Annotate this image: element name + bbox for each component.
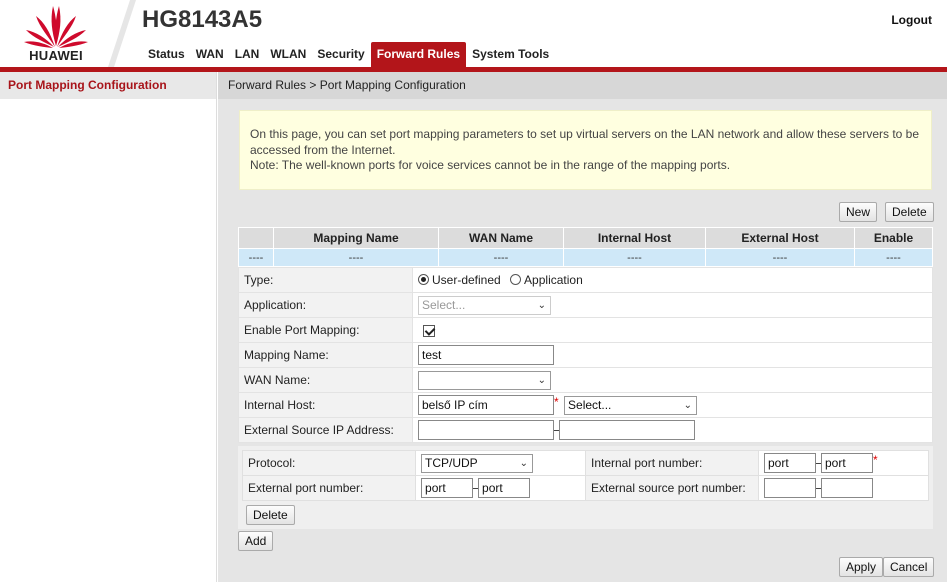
type-label: Type: (238, 267, 413, 293)
apply-button[interactable]: Apply (839, 557, 884, 577)
nav-status[interactable]: Status (143, 42, 190, 67)
external-source-port-end-input[interactable] (821, 478, 873, 498)
enable-label: Enable Port Mapping: (238, 317, 413, 343)
main-content: Forward Rules > Port Mapping Configurati… (218, 72, 947, 582)
mapping-name-row: Mapping Name: test (238, 342, 933, 368)
sidebar-item-port-mapping[interactable]: Port Mapping Configuration (0, 72, 216, 99)
type-user-defined-label: User-defined (432, 273, 501, 287)
internal-host-select-value: Select... (568, 397, 612, 412)
external-source-port-start-input[interactable] (764, 478, 816, 498)
huawei-petals-icon (24, 6, 88, 48)
application-row: Application: Select... ⌄ (238, 292, 933, 318)
external-source-ip-row: External Source IP Address: (238, 417, 933, 443)
table-cell: ---- (438, 248, 564, 267)
application-select-value: Select... (422, 297, 466, 312)
internal-port-label: Internal port number: (584, 450, 760, 476)
main-nav: Status WAN LAN WLAN Security Forward Rul… (143, 42, 555, 67)
note-description: On this page, you can set port mapping p… (250, 127, 920, 157)
internal-host-input[interactable]: belső IP cím (418, 395, 554, 415)
type-options: User-defined Application (412, 267, 933, 293)
mapping-name-input[interactable]: test (418, 345, 554, 365)
internal-port-start-input[interactable]: port (764, 453, 816, 473)
table-cell: ---- (854, 248, 933, 267)
new-button[interactable]: New (839, 202, 878, 222)
table-cell: ---- (273, 248, 439, 267)
header-divider (108, 0, 136, 67)
port-range-panel: Protocol: TCP/UDP ⌄ Internal port number… (238, 446, 933, 529)
huawei-logo: HUAWEI (18, 2, 94, 64)
external-port-label: External port number: (241, 475, 417, 501)
application-label: Application: (238, 292, 413, 318)
internal-host-select[interactable]: Select... ⌄ (564, 395, 698, 415)
table-cell: ---- (238, 248, 274, 267)
internal-host-row: Internal Host: belső IP cím * Select... ⌄ (238, 392, 933, 418)
nav-wlan[interactable]: WLAN (265, 42, 311, 67)
cancel-button[interactable]: Cancel (883, 557, 935, 577)
nav-forward-rules[interactable]: Forward Rules (370, 42, 467, 67)
col-header-enable: Enable (854, 227, 933, 249)
table-cell: ---- (563, 248, 706, 267)
col-header-select (238, 227, 274, 249)
table-header-row: Mapping Name WAN Name Internal Host Exte… (238, 227, 933, 249)
mapping-name-label: Mapping Name: (238, 342, 413, 368)
col-header-wan-name: WAN Name (438, 227, 564, 249)
external-port-start-input[interactable]: port (421, 478, 474, 498)
internal-port-end-input[interactable]: port (821, 453, 873, 473)
col-header-external-host: External Host (705, 227, 855, 249)
external-source-port-label: External source port number: (584, 475, 760, 501)
nav-wan[interactable]: WAN (191, 42, 229, 67)
logout-link[interactable]: Logout (891, 13, 932, 27)
delete-button[interactable]: Delete (885, 202, 934, 222)
external-source-ip-start-input[interactable] (418, 420, 554, 440)
col-header-mapping-name: Mapping Name (273, 227, 439, 249)
nav-system-tools[interactable]: System Tools (467, 42, 554, 67)
mapping-table: Mapping Name WAN Name Internal Host Exte… (238, 227, 933, 267)
application-select: Select... ⌄ (418, 295, 551, 315)
model-title: HG8143A5 (142, 6, 263, 33)
table-row[interactable]: ---- ---- ---- ---- ---- ---- (238, 248, 933, 267)
chevron-down-icon: ⌄ (683, 399, 693, 411)
logo-text: HUAWEI (29, 48, 83, 63)
delete-port-range-button[interactable]: Delete (246, 505, 295, 525)
table-cell: ---- (705, 248, 855, 267)
required-mark: * (554, 395, 559, 409)
type-user-defined-radio[interactable] (418, 274, 429, 285)
note-warning: Note: The well-known ports for voice ser… (250, 158, 731, 172)
internal-host-label: Internal Host: (238, 392, 413, 418)
port-row-1: Protocol: TCP/UDP ⌄ Internal port number… (241, 450, 929, 476)
wan-name-label: WAN Name: (238, 367, 413, 393)
external-source-ip-end-input[interactable] (559, 420, 695, 440)
chevron-down-icon: ⌄ (537, 374, 546, 386)
add-button[interactable]: Add (238, 531, 274, 551)
protocol-label: Protocol: (241, 450, 417, 476)
required-mark: * (873, 453, 878, 467)
nav-lan[interactable]: LAN (230, 42, 265, 67)
port-row-2: External port number: port port External … (241, 475, 929, 501)
wan-name-row: WAN Name: ⌄ (238, 367, 933, 393)
chevron-down-icon: ⌄ (519, 457, 529, 469)
info-note: On this page, you can set port mapping p… (239, 110, 932, 190)
sidebar: Port Mapping Configuration (0, 72, 217, 582)
type-row: Type: User-defined Application (238, 267, 933, 293)
external-port-end-input[interactable]: port (478, 478, 531, 498)
type-application-label: Application (524, 273, 583, 287)
protocol-select-value: TCP/UDP (425, 455, 478, 470)
external-source-ip-label: External Source IP Address: (238, 417, 413, 443)
chevron-down-icon: ⌄ (537, 299, 546, 311)
protocol-select[interactable]: TCP/UDP ⌄ (421, 453, 534, 473)
wan-name-select[interactable]: ⌄ (418, 370, 551, 390)
breadcrumb: Forward Rules > Port Mapping Configurati… (218, 72, 947, 99)
nav-security[interactable]: Security (312, 42, 369, 67)
mapping-form: Type: User-defined Application Applicati… (238, 267, 933, 443)
enable-port-mapping-checkbox[interactable] (423, 324, 435, 337)
col-header-internal-host: Internal Host (563, 227, 706, 249)
header: HUAWEI HG8143A5 Logout Status WAN LAN WL… (0, 0, 947, 67)
port-table: Protocol: TCP/UDP ⌄ Internal port number… (241, 450, 929, 501)
enable-row: Enable Port Mapping: (238, 317, 933, 343)
type-application-radio[interactable] (510, 274, 522, 285)
